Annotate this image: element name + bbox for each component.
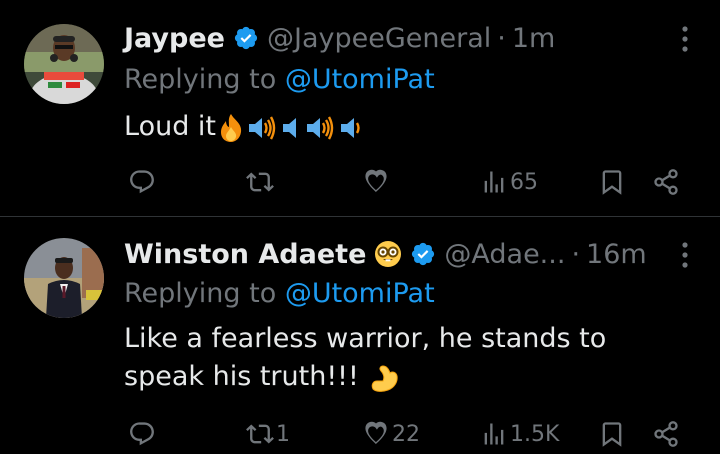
tweet-header: Jaypee @JaypeeGeneral · 1m xyxy=(124,18,720,58)
like-button[interactable]: 22 xyxy=(362,414,420,454)
verified-icon[interactable] xyxy=(233,25,259,51)
speaker-medium-volume-emoji xyxy=(341,117,360,138)
flexed-biceps-emoji xyxy=(372,364,399,392)
avatar[interactable] xyxy=(24,24,104,104)
author-name[interactable]: Winston Adaete xyxy=(124,239,366,270)
tweet-item[interactable]: Jaypee @JaypeeGeneral · 1m Replying to @… xyxy=(0,0,720,216)
replying-to: Replying to @UtomiPat xyxy=(124,278,435,309)
like-icon xyxy=(365,169,387,193)
bookmark-icon xyxy=(602,170,622,195)
views-icon xyxy=(484,423,504,445)
views-button[interactable]: 65 xyxy=(480,162,538,202)
timestamp[interactable]: 16m xyxy=(586,239,647,270)
like-button[interactable] xyxy=(362,162,392,202)
bookmark-button[interactable] xyxy=(598,414,626,454)
emoji-group xyxy=(369,363,401,393)
mention-link[interactable]: @UtomiPat xyxy=(285,278,435,309)
share-button[interactable] xyxy=(652,162,680,202)
tweet-text: Like a fearless warrior, he stands to sp… xyxy=(124,320,684,396)
fire-emoji xyxy=(221,113,242,142)
retweet-icon xyxy=(246,424,274,444)
tweet-actions: 65 xyxy=(124,162,684,202)
mention-link[interactable]: @UtomiPat xyxy=(285,64,435,95)
verified-icon[interactable] xyxy=(410,241,436,267)
replying-prefix: Replying to xyxy=(124,278,285,309)
replying-to: Replying to @UtomiPat xyxy=(124,64,435,95)
reply-button[interactable] xyxy=(128,414,158,454)
views-icon xyxy=(484,171,504,193)
author-handle[interactable]: @JaypeeGeneral xyxy=(267,23,491,54)
separator-dot: · xyxy=(571,238,581,270)
avatar[interactable] xyxy=(24,238,104,318)
tweet-header: Winston Adaete @Adae... · 16m xyxy=(124,234,720,274)
retweet-button[interactable] xyxy=(246,162,276,202)
views-count: 1.5K xyxy=(510,421,560,447)
tweet-item[interactable]: Winston Adaete @Adae... · 16m Replying t… xyxy=(0,218,720,450)
replying-prefix: Replying to xyxy=(124,64,285,95)
like-icon xyxy=(365,421,387,445)
tweet-text: Loud it xyxy=(124,108,366,146)
author-name[interactable]: Jaypee xyxy=(124,23,225,54)
reply-icon xyxy=(130,170,154,194)
tweet-divider xyxy=(0,216,720,217)
views-count: 65 xyxy=(510,169,538,195)
retweet-count: 1 xyxy=(276,421,290,447)
speaker-high-volume-emoji xyxy=(249,115,276,140)
author-handle[interactable]: @Adae... xyxy=(444,239,565,270)
emoji-group xyxy=(218,112,366,144)
share-icon xyxy=(654,169,678,195)
views-button[interactable]: 1.5K xyxy=(480,414,559,454)
reply-button[interactable] xyxy=(128,162,158,202)
more-icon[interactable] xyxy=(680,24,690,54)
like-count: 22 xyxy=(392,421,420,447)
share-icon xyxy=(654,421,678,447)
tweet-actions: 1 22 1.5K xyxy=(124,414,684,454)
share-button[interactable] xyxy=(652,414,680,454)
tweet-text-content: Loud it xyxy=(124,111,217,142)
retweet-icon xyxy=(246,172,274,192)
timestamp[interactable]: 1m xyxy=(512,23,555,54)
separator-dot: · xyxy=(497,22,506,54)
retweet-button[interactable]: 1 xyxy=(246,414,290,454)
bookmark-icon xyxy=(602,422,622,447)
tweet-text-content: Like a fearless warrior, he stands to sp… xyxy=(124,323,607,392)
reply-icon xyxy=(130,422,154,446)
more-icon[interactable] xyxy=(680,240,690,270)
speaker-low-volume-emoji xyxy=(283,117,297,138)
speaker-high-volume-emoji xyxy=(307,115,334,140)
bookmark-button[interactable] xyxy=(598,162,626,202)
nerd-face-emoji xyxy=(374,240,402,268)
